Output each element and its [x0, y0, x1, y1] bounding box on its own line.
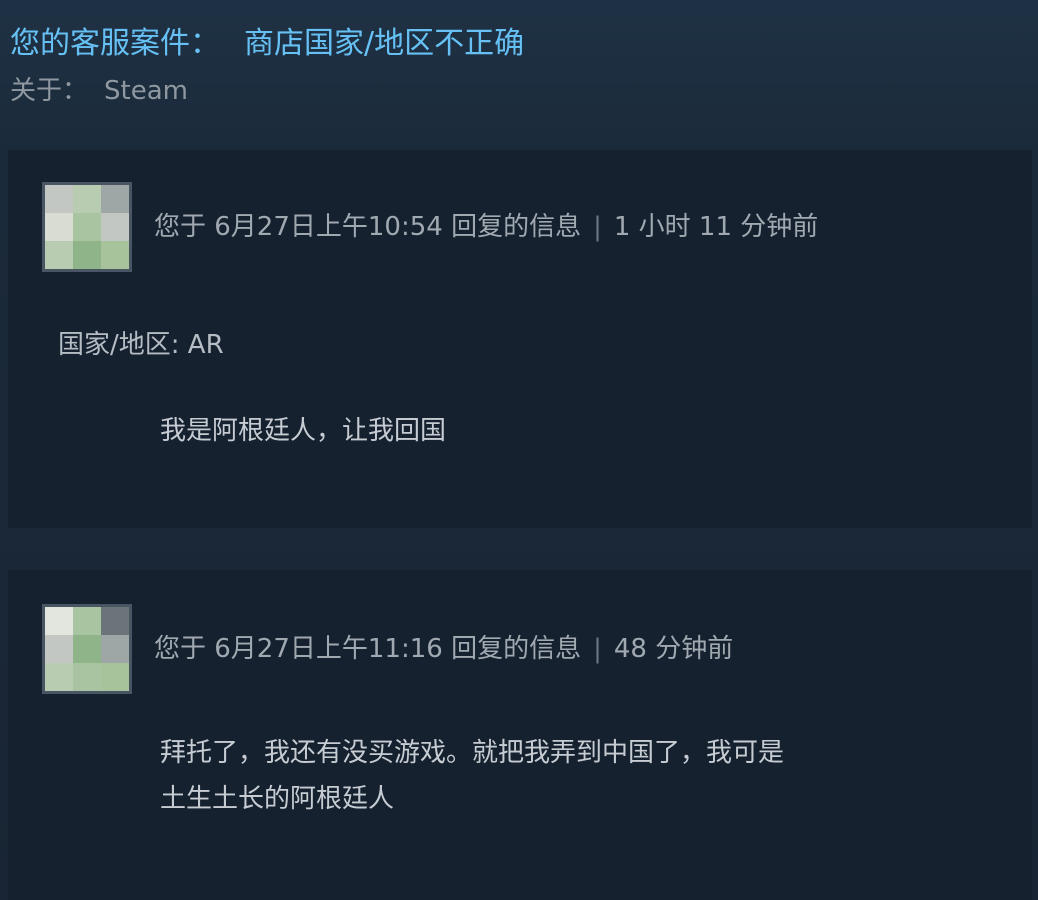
message-body: 我是阿根廷人，让我回国 [160, 408, 446, 454]
message-meta: 您于 6月27日上午10:54 回复的信息 | 1 小时 11 分钟前 [154, 210, 818, 244]
meta-separator: | [593, 212, 602, 242]
about-product: Steam [104, 76, 188, 106]
message-relative-time: 1 小时 11 分钟前 [613, 212, 819, 242]
message-meta: 您于 6月27日上午11:16 回复的信息 | 48 分钟前 [154, 632, 733, 666]
case-header: 您的客服案件： 商店国家/地区不正确 关于： Steam [10, 24, 524, 108]
meta-separator: | [593, 634, 602, 664]
message-relative-time: 48 分钟前 [613, 634, 734, 664]
message-line: 我是阿根廷人，让我回国 [160, 416, 447, 446]
message-timestamp: 您于 6月27日上午11:16 回复的信息 [154, 634, 582, 664]
about-label: 关于： [10, 76, 89, 106]
message-line: 土生土长的阿根廷人 [160, 784, 395, 814]
message-body: 拜托了，我还有没买游戏。就把我弄到中国了，我可是 土生土长的阿根廷人 [160, 730, 784, 822]
country-field: 国家/地区: AR [58, 330, 224, 360]
case-about: 关于： Steam [10, 74, 524, 108]
message-line: 拜托了，我还有没买游戏。就把我弄到中国了，我可是 [160, 738, 785, 768]
case-title: 您的客服案件： 商店国家/地区不正确 [10, 24, 524, 64]
avatar [42, 604, 132, 694]
message-timestamp: 您于 6月27日上午10:54 回复的信息 [154, 212, 582, 242]
case-subject: 商店国家/地区不正确 [244, 26, 525, 61]
support-case-page: 您的客服案件： 商店国家/地区不正确 关于： Steam 您于 6月27日上午1… [0, 0, 1038, 900]
avatar [42, 182, 132, 272]
message-card: 您于 6月27日上午10:54 回复的信息 | 1 小时 11 分钟前 国家/地… [8, 150, 1032, 528]
message-card: 您于 6月27日上午11:16 回复的信息 | 48 分钟前 拜托了，我还有没买… [8, 570, 1032, 900]
case-title-prefix: 您的客服案件： [10, 26, 220, 61]
